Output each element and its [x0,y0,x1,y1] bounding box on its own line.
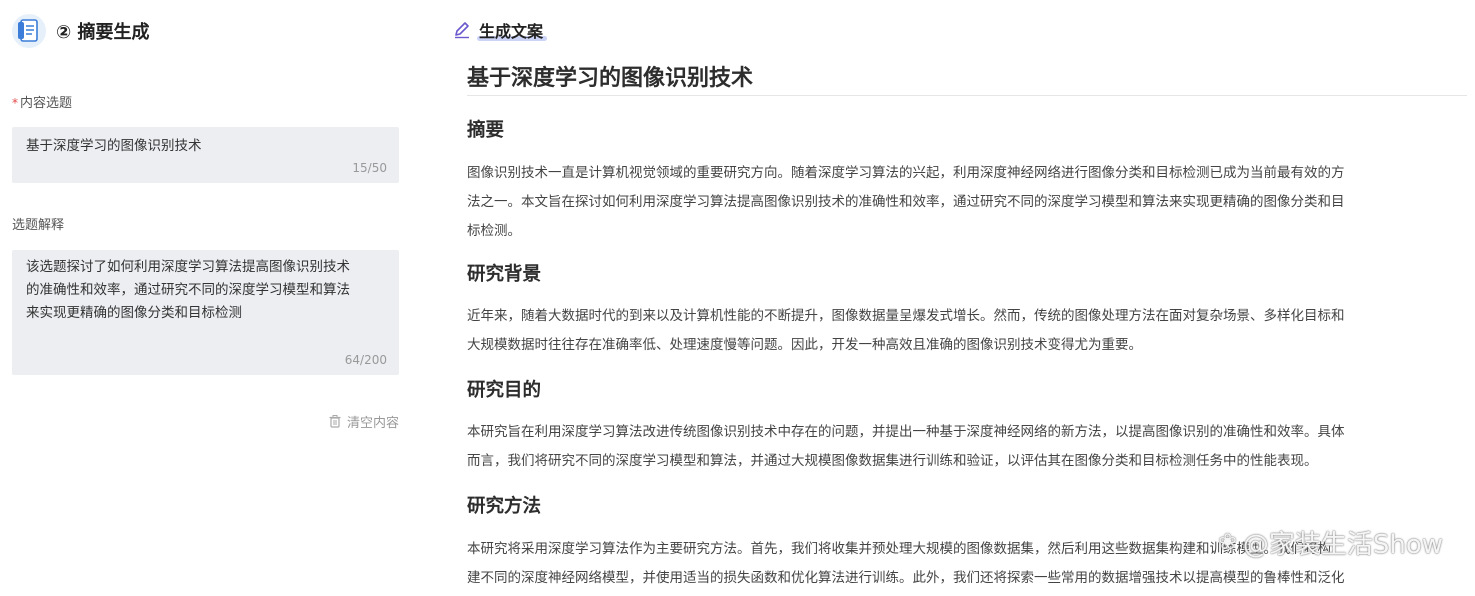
watermark-text: @家装生活Show [1242,530,1443,560]
section-paragraph-purpose: 本研究旨在利用深度学习算法改进传统图像识别技术中存在的问题，并提出一种基于深度神… [467,418,1469,476]
explanation-label: 选题解释 [12,218,65,233]
topic-input-value: 基于深度学习的图像识别技术 [26,138,202,154]
step-title: ② 摘要生成 [56,22,150,43]
right-panel: 生成文案 基于深度学习的图像识别技术 摘要 图像识别技术一直是计算机视觉领域的重… [425,0,1475,596]
topic-char-counter: 15/50 [352,161,387,175]
trash-icon [329,415,341,428]
paragraph-line: 大规模数据时往往存在准确率低、处理速度慢等问题。因此，开发一种高效且准确的图像识… [467,337,1142,353]
required-star-icon: * [12,96,18,110]
explanation-line: 的准确性和效率，通过研究不同的深度学习模型和算法 [26,282,350,298]
step-header: ② 摘要生成 [12,14,150,48]
section-heading-background: 研究背景 [467,264,542,285]
generated-copy-label: 生成文案 [476,18,548,42]
explanation-char-counter: 64/200 [344,353,387,367]
explanation-textarea[interactable]: 该选题探讨了如何利用深度学习算法提高图像识别技术 的准确性和效率，通过研究不同的… [12,250,399,375]
clear-content-button[interactable]: 清空内容 [329,412,399,431]
clear-content-label: 清空内容 [346,416,399,431]
paragraph-line: 法之一。本文旨在探讨如何利用深度学习算法提高图像识别技术的准确性和效率，通过研究… [467,194,1345,210]
paragraph-line: 而言，我们将研究不同的深度学习模型和算法，并通过大规模图像数据集进行训练和验证，… [467,453,1318,469]
paragraph-line: 标检测。 [467,223,521,239]
paragraph-line: 近年来，随着大数据时代的到来以及计算机性能的不断提升，图像数据量呈爆发式增长。然… [467,308,1345,324]
paragraph-line: 图像识别技术一直是计算机视觉领域的重要研究方向。随着深度学习算法的兴起，利用深度… [467,165,1345,181]
explanation-line: 来实现更精确的图像分类和目标检测 [26,305,242,321]
document-icon [12,14,46,48]
document-title: 基于深度学习的图像识别技术 [467,66,754,91]
left-panel: ② 摘要生成 * 内容选题 基于深度学习的图像识别技术 15/50 选题解释 该选… [0,0,420,596]
section-paragraph-background: 近年来，随着大数据时代的到来以及计算机性能的不断提升，图像数据量呈爆发式增长。然… [467,302,1469,360]
pen-icon [455,22,469,39]
paragraph-line: 本研究旨在利用深度学习算法改进传统图像识别技术中存在的问题，并提出一种基于深度神… [467,424,1345,440]
section-paragraph-abstract: 图像识别技术一直是计算机视觉领域的重要研究方向。随着深度学习算法的兴起，利用深度… [467,159,1469,246]
generated-copy-header: 生成文案 [453,18,548,42]
explanation-line: 该选题探讨了如何利用深度学习算法提高图像识别技术 [26,259,350,275]
title-divider [467,95,1467,96]
topic-label-text: 内容选题 [20,96,73,111]
watermark: ❀ @家装生活Show [1218,524,1443,561]
section-heading-purpose: 研究目的 [467,380,542,401]
paragraph-line: 建不同的深度神经网络模型，并使用适当的损失函数和优化算法进行训练。此外，我们还将… [467,570,1345,586]
section-heading-method: 研究方法 [467,496,542,517]
section-heading-abstract: 摘要 [467,120,505,141]
topic-label: * 内容选题 [12,92,72,111]
paw-logo-icon: ❀ [1218,530,1237,555]
topic-input[interactable]: 基于深度学习的图像识别技术 15/50 [12,127,399,183]
